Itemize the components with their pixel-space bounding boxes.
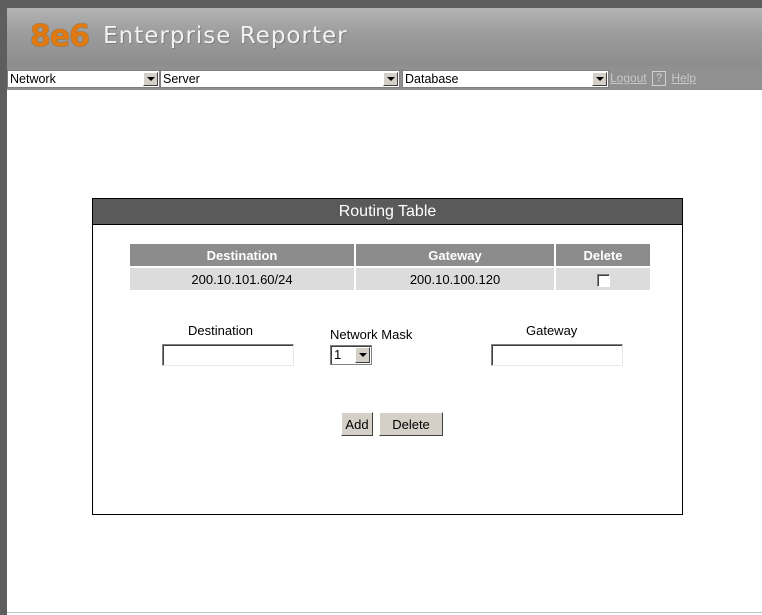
chevron-down-icon[interactable]	[592, 72, 607, 86]
chevron-down-icon[interactable]	[383, 72, 398, 86]
row-destination: 200.10.101.60/24	[130, 266, 354, 290]
page-bottom-rule	[7, 612, 762, 613]
window-top-border	[0, 0, 762, 8]
delete-button[interactable]: Delete	[379, 412, 443, 436]
network-select-value: Network	[10, 72, 56, 86]
column-header-destination: Destination	[130, 244, 354, 266]
destination-label: Destination	[188, 323, 254, 338]
server-select[interactable]: Server	[160, 70, 400, 88]
gateway-input[interactable]	[491, 344, 623, 366]
network-mask-label: Network Mask	[330, 327, 413, 342]
table-row: 200.10.101.60/24 200.10.100.120	[130, 266, 650, 290]
chevron-down-icon[interactable]	[143, 72, 158, 86]
logout-link[interactable]: Logout	[610, 71, 647, 85]
routing-table: Destination Gateway Delete 200.10.101.60…	[128, 244, 652, 290]
app-title: Enterprise Reporter	[103, 23, 348, 49]
help-link[interactable]: Help	[671, 71, 696, 85]
column-header-delete: Delete	[556, 244, 650, 266]
server-select-value: Server	[163, 72, 200, 86]
app-logo: 8e6 Enterprise Reporter	[30, 16, 348, 56]
row-delete-cell	[556, 266, 650, 290]
row-gateway: 200.10.100.120	[356, 266, 554, 290]
window-left-border	[0, 0, 7, 615]
help-icon[interactable]: ?	[652, 71, 667, 86]
gateway-label: Gateway	[526, 323, 578, 338]
network-mask-select[interactable]: 1	[330, 345, 372, 365]
column-header-gateway: Gateway	[356, 244, 554, 266]
database-select-value: Database	[405, 72, 459, 86]
header-links: Logout ? Help	[610, 71, 696, 86]
network-select[interactable]: Network	[7, 70, 160, 88]
network-mask-value: 1	[334, 347, 342, 362]
database-select[interactable]: Database	[402, 70, 609, 88]
add-button[interactable]: Add	[341, 412, 373, 436]
panel-title: Routing Table	[93, 199, 682, 225]
logo-mark: 8e6	[30, 18, 90, 54]
destination-input[interactable]	[162, 344, 294, 366]
chevron-down-icon[interactable]	[355, 347, 370, 363]
routing-table-panel: Routing Table Destination Gateway Delete…	[92, 198, 683, 515]
delete-checkbox[interactable]	[596, 273, 610, 287]
